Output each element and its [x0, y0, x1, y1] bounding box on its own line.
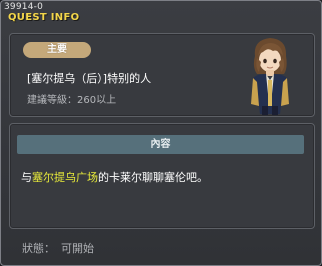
quest-title: [塞尔提乌（后）]特别的人 [27, 72, 152, 85]
recommended-level: 建議等級：260以上 [27, 95, 117, 106]
quest-status: 狀態： 可開始 [22, 240, 94, 256]
status-label: 狀態： [22, 242, 55, 255]
window-id-label: 39914-0 [4, 2, 44, 12]
quest-content-panel: 內容 与塞尔提乌广场的卡莱尔聊聊塞伦吧。 [9, 123, 315, 229]
desc-suffix: 的卡莱尔聊聊塞伦吧。 [98, 171, 208, 184]
quest-summary-panel: 主要 [塞尔提乌（后）]特别的人 建議等級：260以上 [9, 33, 315, 117]
window-title: QUEST INFO [8, 12, 80, 23]
desc-location-link[interactable]: 塞尔提乌广场 [32, 171, 98, 184]
title-bar[interactable]: QUEST INFO [1, 12, 321, 26]
desc-prefix: 与 [21, 171, 32, 184]
quest-description: 与塞尔提乌广场的卡莱尔聊聊塞伦吧。 [21, 169, 208, 185]
quest-info-window: 39914-0 QUEST INFO 主要 [塞尔提乌（后）]特别的人 建議等級… [0, 0, 322, 266]
npc-portrait-icon [251, 38, 289, 115]
status-value: 可開始 [61, 242, 94, 255]
quest-type-badge: 主要 [23, 42, 91, 58]
content-section-header: 內容 [17, 135, 304, 154]
